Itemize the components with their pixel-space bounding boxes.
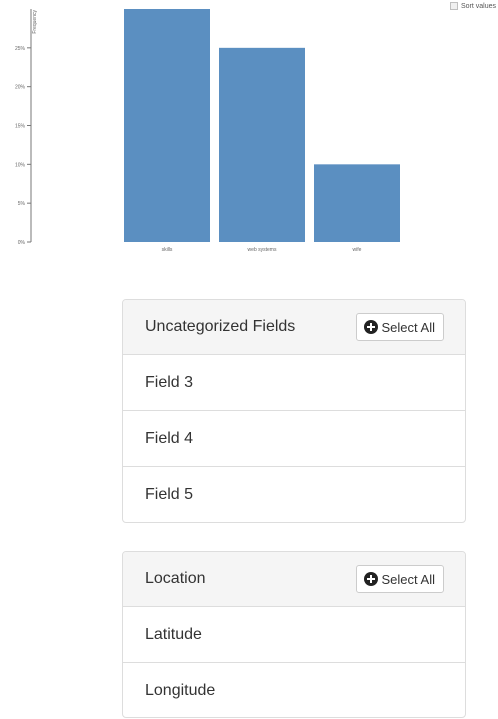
bar: [124, 9, 210, 242]
field-item-longitude[interactable]: Longitude: [123, 663, 465, 717]
field-item-field-5[interactable]: Field 5: [123, 467, 465, 522]
select-all-button[interactable]: Select All: [355, 565, 444, 593]
uncategorized-fields-panel: Uncategorized Fields Select All Field 3 …: [122, 299, 466, 523]
panel-title: Location: [145, 570, 206, 587]
panel-heading: Location Select All: [123, 552, 465, 607]
y-tick-label: 5%: [18, 201, 26, 207]
panel-title: Uncategorized Fields: [145, 318, 296, 335]
field-item-latitude[interactable]: Latitude: [123, 607, 465, 663]
sort-values-label: Sort values: [460, 2, 496, 10]
select-all-label: Select All: [381, 319, 435, 335]
sort-values-toggle[interactable]: Sort values: [449, 2, 496, 10]
plus-circle-icon: [363, 572, 378, 586]
bar: [219, 47, 305, 243]
field-item-field-4[interactable]: Field 4: [123, 411, 465, 467]
field-item-field-3[interactable]: Field 3: [123, 355, 465, 411]
y-tick-label: 25%: [15, 46, 26, 52]
location-panel: Location Select All Latitude Longitude: [122, 551, 466, 718]
select-all-label: Select All: [381, 571, 435, 587]
x-tick-label: web systems: [248, 247, 277, 253]
y-tick-label: 0%: [18, 240, 26, 246]
sort-values-checkbox[interactable]: [449, 2, 458, 10]
x-tick-label: wife: [353, 247, 362, 253]
panel-heading: Uncategorized Fields Select All: [123, 300, 465, 355]
select-all-button[interactable]: Select All: [355, 313, 444, 341]
bar: [314, 164, 400, 242]
x-tick-label: skills: [162, 247, 173, 253]
y-axis-label: Frequency: [32, 10, 38, 34]
bar-chart-svg: 0% 5% 10% 15% 20% 25% Frequency skills web syste…: [15, 9, 400, 253]
y-tick-label: 10%: [15, 162, 26, 168]
y-tick-label: 20%: [15, 85, 26, 91]
y-tick-label: 15%: [15, 124, 26, 130]
plus-circle-icon: [363, 320, 378, 334]
